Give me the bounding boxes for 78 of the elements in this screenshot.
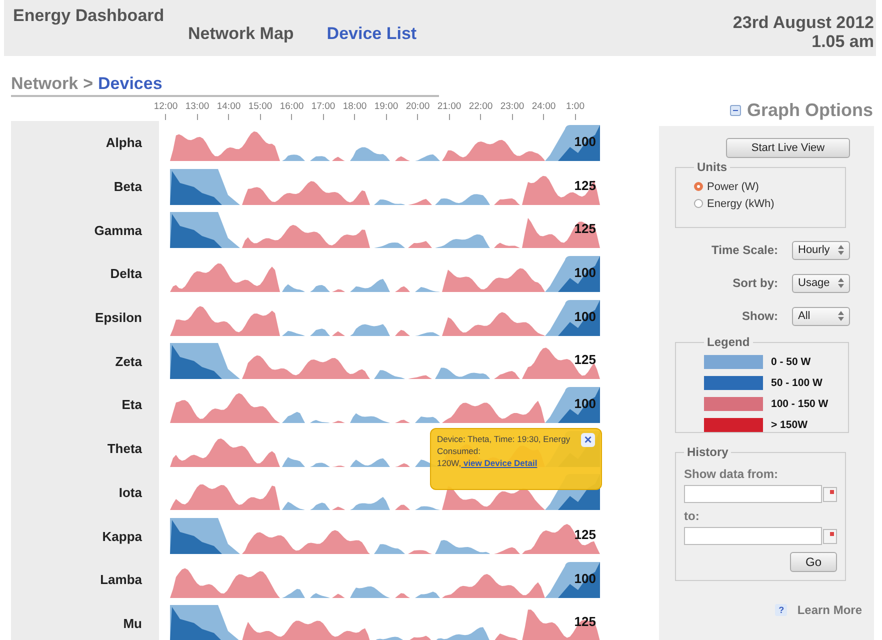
nav-link[interactable]: Device List xyxy=(326,24,417,44)
group-title: Legend xyxy=(706,335,751,349)
legend-label: 50 - 100 W xyxy=(771,376,822,388)
date-text: 23rd August 2012 xyxy=(732,13,874,32)
updown-icon xyxy=(838,245,844,255)
collapse-icon[interactable] xyxy=(730,104,741,116)
select-label: Sort by: xyxy=(732,276,778,290)
go-button[interactable]: Go xyxy=(790,552,837,572)
device-name: Kappa xyxy=(101,528,143,544)
learn-more-link[interactable]: Learn More xyxy=(797,603,862,617)
time-tick: 22:00 xyxy=(465,101,496,121)
app-title: Energy Dashboard xyxy=(12,5,166,26)
reading-value: 100 xyxy=(574,396,596,411)
device-name: Theta xyxy=(106,441,143,456)
reading-value: 125 xyxy=(574,527,596,542)
select-dropdown[interactable]: All xyxy=(792,306,850,326)
start-live-view-button[interactable]: Start Live View xyxy=(726,138,850,158)
nav-link[interactable]: Network Map xyxy=(188,24,294,44)
group-title: Units xyxy=(696,160,728,174)
radio-button[interactable] xyxy=(694,199,703,208)
device-name: Lamba xyxy=(99,572,143,588)
time-tick: 12:00 xyxy=(150,101,182,121)
field-label: Show data from: xyxy=(684,467,780,481)
device-name: Beta xyxy=(112,179,143,194)
breadcrumb-link[interactable]: Network xyxy=(11,74,78,94)
reading-value: 100 xyxy=(574,264,596,280)
calendar-icon[interactable] xyxy=(823,528,837,544)
device-name: Gamma xyxy=(93,222,143,238)
time-tick: 18:00 xyxy=(339,101,370,121)
reading-value: 100 xyxy=(574,308,596,324)
time-tick: 19:00 xyxy=(370,101,402,121)
time-tick: 24:00 xyxy=(528,101,560,121)
reading-value: 125 xyxy=(574,614,596,630)
reading-value: 125 xyxy=(574,352,596,368)
time-tick: 17:00 xyxy=(308,101,339,121)
tooltip-text: Device: Theta, Time: 19:30, Energy Consumed: 120W, view Device Detail xyxy=(437,433,572,469)
updown-icon xyxy=(838,278,844,288)
time-tick: 13:00 xyxy=(182,101,213,121)
time-tick: 23:00 xyxy=(496,101,528,121)
close-button[interactable]: × xyxy=(581,433,595,447)
device-name: Zeta xyxy=(114,354,143,369)
device-name: Delta xyxy=(109,266,143,282)
device-name: Epsilon xyxy=(94,310,143,326)
select-dropdown[interactable]: Usage xyxy=(792,274,850,292)
time-tick: 16:00 xyxy=(276,101,308,121)
device-name: Mu xyxy=(122,616,143,631)
select-dropdown[interactable]: Hourly xyxy=(792,240,850,260)
group-title: History xyxy=(686,445,730,459)
help-icon[interactable]: ? xyxy=(775,604,788,616)
radio-button[interactable] xyxy=(694,182,703,191)
breadcrumb-current: Devices xyxy=(98,74,162,94)
device-name: Eta xyxy=(120,397,143,412)
time-tick: 20:00 xyxy=(402,101,434,121)
field-label: to: xyxy=(684,509,700,523)
updown-icon xyxy=(838,311,844,321)
legend-label: 100 - 150 W xyxy=(771,398,828,410)
calendar-icon[interactable] xyxy=(823,486,837,502)
time-tick: 21:00 xyxy=(434,101,465,121)
reading-value: 125 xyxy=(574,178,596,193)
radio-label: Power (W) xyxy=(707,180,759,192)
device-name: Alpha xyxy=(104,135,143,150)
legend-label: 0 - 50 W xyxy=(771,356,811,368)
select-label: Time Scale: xyxy=(712,243,778,257)
time-tick: 15:00 xyxy=(244,101,276,121)
reading-value: 100 xyxy=(574,570,596,586)
reading-value: 100 xyxy=(574,134,596,149)
time-text: 1.05 am xyxy=(810,32,874,51)
panel-title: Graph Options xyxy=(747,100,873,120)
reading-value: 125 xyxy=(574,221,596,236)
device-name: Iota xyxy=(118,484,143,500)
breadcrumb-separator: > xyxy=(83,74,94,94)
legend-label: > 150W xyxy=(771,418,808,430)
radio-label: Energy (kWh) xyxy=(707,198,774,210)
time-tick: 1:00 xyxy=(560,101,591,121)
time-tick: 14:00 xyxy=(213,101,244,121)
date-input[interactable] xyxy=(684,485,822,503)
date-input[interactable] xyxy=(684,527,822,545)
select-label: Show: xyxy=(742,309,778,323)
